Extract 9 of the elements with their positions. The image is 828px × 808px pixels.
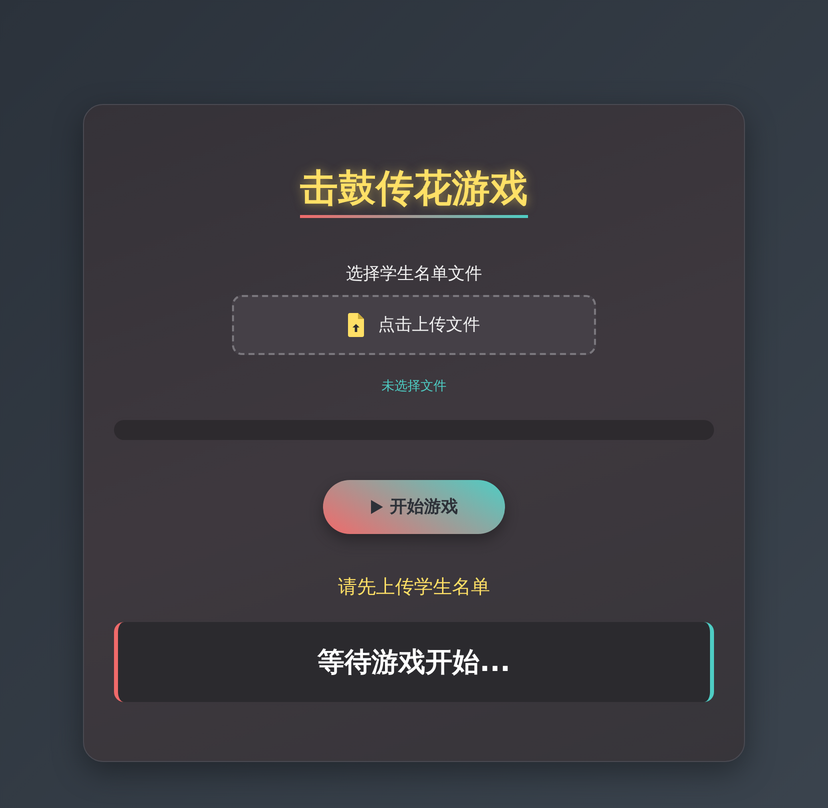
display-text: 等待游戏开始... xyxy=(318,646,510,680)
game-title: 击鼓传花游戏 xyxy=(300,167,528,218)
upload-label: 选择学生名单文件 xyxy=(346,262,482,285)
file-status: 未选择文件 xyxy=(382,378,446,395)
play-icon xyxy=(370,498,384,515)
upload-button[interactable]: 点击上传文件 xyxy=(232,294,596,355)
status-message: 请先上传学生名单 xyxy=(338,574,490,600)
file-upload-icon xyxy=(348,312,364,337)
start-game-button[interactable]: 开始游戏 xyxy=(323,480,505,534)
